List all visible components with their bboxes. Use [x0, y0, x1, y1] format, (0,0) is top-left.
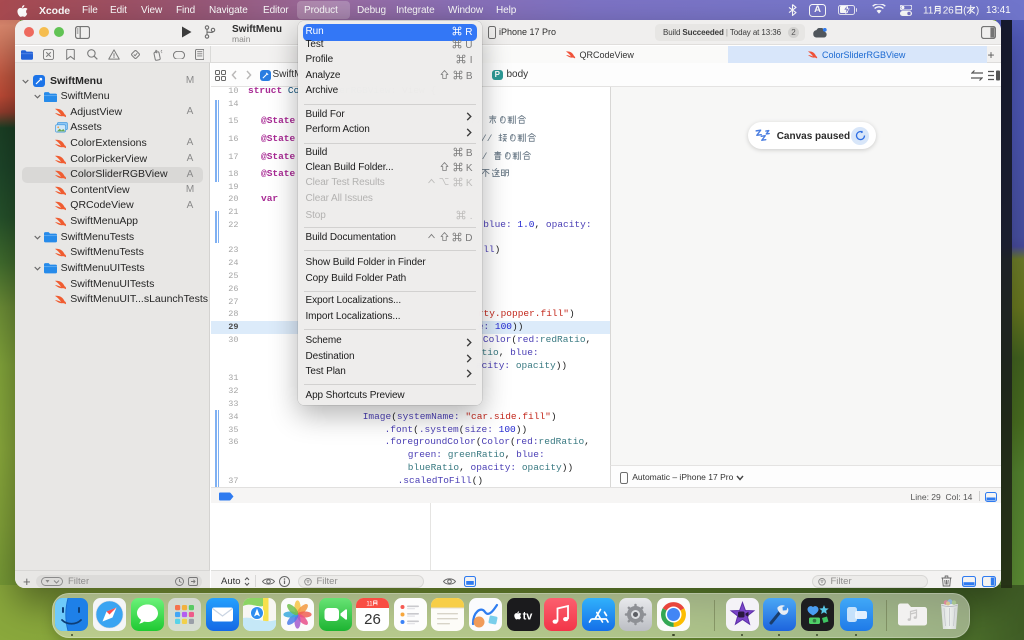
svg-text:11: 11 [366, 602, 373, 608]
svg-text:tv: tv [522, 611, 533, 623]
svg-text:26: 26 [364, 611, 381, 628]
